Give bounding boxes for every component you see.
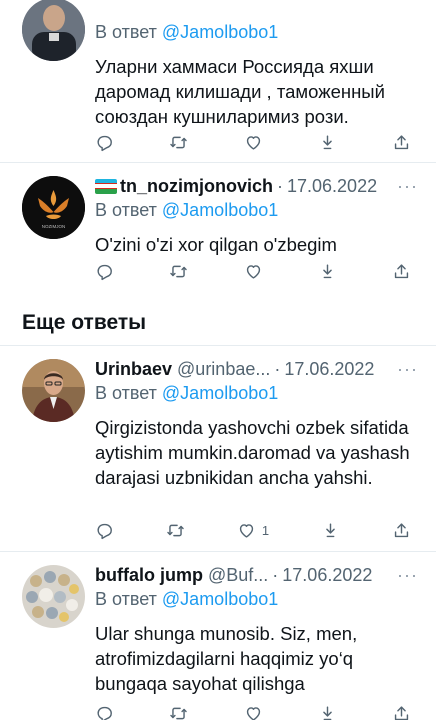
download-icon	[322, 705, 332, 720]
like-button[interactable]	[244, 704, 263, 720]
reply-mention-link[interactable]: @Jamolbobo1	[162, 589, 278, 609]
display-name[interactable]: Urinbaev	[95, 359, 172, 380]
separator-dot: ·	[272, 564, 279, 585]
tweet-date[interactable]: 17.06.2022	[282, 565, 372, 586]
tweet-actions	[95, 260, 411, 282]
tweet-text: O'zini o'zi xor qilgan o'zbegim	[95, 234, 337, 255]
tweet-date[interactable]: 17.06.2022	[284, 359, 374, 380]
reply-button[interactable]	[95, 704, 114, 720]
share-button[interactable]	[392, 133, 411, 152]
share-icon	[394, 705, 409, 720]
avatar[interactable]: NOZIMJON	[22, 176, 85, 239]
tweet-date[interactable]: 17.06.2022	[287, 176, 377, 197]
avatar[interactable]	[22, 565, 85, 628]
retweet-icon	[170, 265, 187, 277]
tweet-header: Urinbaev @urinbae... · 17.06.2022 ···	[95, 357, 422, 381]
download-button[interactable]	[318, 704, 337, 720]
reply-context: В ответ @Jamolbobo1	[95, 383, 422, 407]
like-button[interactable]	[244, 262, 263, 281]
reply-prefix: В ответ	[95, 589, 157, 609]
tweet-actions	[95, 702, 411, 720]
retweet-icon	[170, 707, 187, 719]
download-icon	[322, 134, 332, 149]
download-button[interactable]	[318, 133, 337, 152]
reply-icon	[97, 706, 112, 720]
separator-dot: ·	[274, 358, 281, 379]
tweet-2[interactable]: NOZIMJON tn_nozimjonovich · 17.06.2022 ·…	[0, 163, 436, 293]
tweet-actions: 1	[95, 519, 411, 541]
tweet-actions	[95, 131, 411, 153]
tweet-3[interactable]: Urinbaev @urinbae... · 17.06.2022 ··· В …	[0, 346, 436, 551]
download-button[interactable]	[318, 262, 337, 281]
reply-context: В ответ @Jamolbobo1	[95, 200, 422, 224]
reply-prefix: В ответ	[95, 22, 157, 42]
tweet-text: Уларни хаммаси Россияда яхши даромад кил…	[95, 56, 385, 127]
retweet-button[interactable]	[166, 521, 185, 540]
display-name[interactable]: tn_nozimjonovich	[120, 176, 273, 197]
reply-button[interactable]	[95, 521, 114, 540]
retweet-button[interactable]	[169, 704, 188, 720]
reply-mention-link[interactable]: @Jamolbobo1	[162, 22, 278, 42]
reply-context: В ответ @Jamolbobo1	[95, 589, 422, 613]
share-button[interactable]	[392, 704, 411, 720]
avatar[interactable]	[22, 0, 85, 61]
tweet-4[interactable]: buffalo jump @Buf... · 17.06.2022 ··· В …	[0, 552, 436, 720]
retweet-button[interactable]	[169, 133, 188, 152]
avatar-logo-text: NOZIMJON	[42, 224, 66, 229]
reply-context: В ответ @Jamolbobo1	[95, 22, 422, 46]
retweet-icon	[170, 136, 187, 148]
share-icon	[394, 522, 409, 537]
share-icon	[394, 263, 409, 278]
like-icon	[246, 706, 260, 720]
tweet-header: tn_nozimjonovich · 17.06.2022 ···	[95, 174, 422, 198]
tweet-text: Qirgizistonda yashovchi ozbek sifatida a…	[95, 417, 410, 488]
reply-icon	[97, 135, 112, 151]
share-button[interactable]	[392, 262, 411, 281]
separator-dot: ·	[277, 175, 283, 196]
reply-prefix: В ответ	[95, 200, 157, 220]
section-title: Еще ответы	[22, 311, 147, 334]
like-count: 1	[261, 522, 270, 538]
more-options-icon[interactable]: ···	[397, 565, 418, 586]
like-icon	[239, 523, 254, 538]
avatar[interactable]	[22, 359, 85, 422]
like-icon	[246, 264, 260, 279]
username[interactable]: @urinbae...	[177, 359, 270, 380]
share-button[interactable]	[392, 521, 411, 540]
retweet-icon	[167, 524, 184, 536]
download-icon	[326, 522, 335, 537]
display-name[interactable]: buffalo jump	[95, 565, 203, 586]
reply-mention-link[interactable]: @Jamolbobo1	[162, 200, 278, 220]
like-button[interactable]: 1	[237, 521, 269, 540]
tweet-text: Ular shunga munosib. Siz, men, atrofimiz…	[95, 623, 358, 694]
reply-icon	[97, 264, 112, 280]
more-options-icon[interactable]: ···	[397, 176, 418, 197]
uzbekistan-flag-icon	[95, 178, 117, 194]
tweet-1[interactable]: В ответ @Jamolbobo1 Уларни хаммаси Росси…	[0, 0, 436, 160]
retweet-button[interactable]	[169, 262, 188, 281]
reply-button[interactable]	[95, 262, 114, 281]
tweet-header: buffalo jump @Buf... · 17.06.2022 ···	[95, 563, 422, 587]
share-icon	[394, 134, 409, 149]
like-icon	[246, 135, 260, 150]
reply-prefix: В ответ	[95, 383, 157, 403]
download-icon	[322, 263, 332, 278]
username[interactable]: @Buf...	[208, 565, 268, 586]
reply-icon	[97, 523, 112, 539]
download-button[interactable]	[321, 521, 340, 540]
reply-mention-link[interactable]: @Jamolbobo1	[162, 383, 278, 403]
like-button[interactable]	[244, 133, 263, 152]
more-options-icon[interactable]: ···	[397, 359, 418, 380]
reply-button[interactable]	[95, 133, 114, 152]
